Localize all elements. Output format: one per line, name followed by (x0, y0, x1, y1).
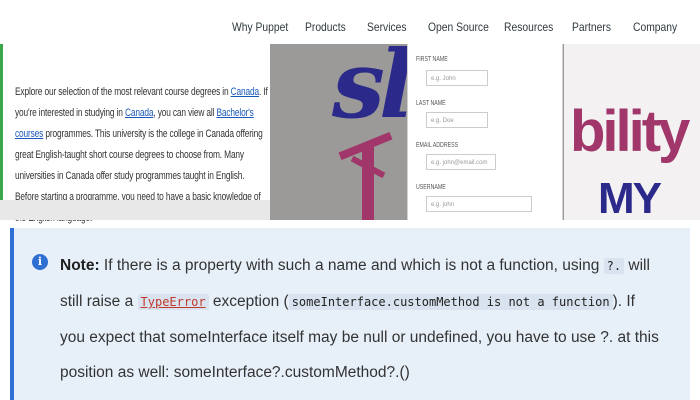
logo-tree-trunk (362, 144, 374, 220)
form-label-username: USERNAME (416, 184, 446, 191)
info-icon: i (32, 254, 48, 270)
logo-right-top: bility (570, 99, 690, 164)
note-label: Note: (60, 257, 100, 274)
signup-form: FIRST NAME e.g. John LAST NAME e.g. Doe … (407, 44, 563, 220)
nav-company[interactable]: Company (633, 20, 677, 34)
nav-products[interactable]: Products (305, 20, 346, 34)
nav-open-source[interactable]: Open Source (428, 20, 489, 34)
embedded-screenshot: sla bility MY FIRST NAME e.g. John LAST … (270, 44, 700, 220)
nav-why-puppet[interactable]: Why Puppet (232, 20, 288, 34)
typeerror-link[interactable]: TypeError (137, 294, 209, 310)
form-label-first-name: FIRST NAME (416, 56, 448, 63)
inline-code: ?. (603, 258, 625, 274)
logo-right-bottom: MY (598, 174, 662, 220)
link-canada-2[interactable]: Canada (125, 107, 154, 119)
nav-services[interactable]: Services (367, 20, 407, 34)
note-text: Note: If there is a property with such a… (60, 257, 659, 381)
article-panel: Explore our selection of the most releva… (3, 44, 270, 224)
last-name-input[interactable]: e.g. Doe (426, 112, 488, 128)
nav-partners[interactable]: Partners (572, 20, 611, 34)
email-input[interactable]: e.g. john@email.com (426, 154, 496, 170)
form-label-email: EMAIL ADDRESS (416, 142, 459, 149)
first-name-input[interactable]: e.g. John (426, 70, 488, 86)
divider-strip (0, 200, 270, 220)
note-callout: i Note: If there is a property with such… (10, 228, 690, 400)
inline-code: someInterface.customMethod is not a func… (288, 294, 613, 310)
username-input[interactable]: e.g. john (426, 196, 532, 212)
top-navigation: Why Puppet Products Services Open Source… (0, 0, 700, 45)
nav-resources[interactable]: Resources (504, 20, 553, 34)
form-label-last-name: LAST NAME (416, 100, 446, 107)
link-canada[interactable]: Canada (231, 86, 260, 98)
